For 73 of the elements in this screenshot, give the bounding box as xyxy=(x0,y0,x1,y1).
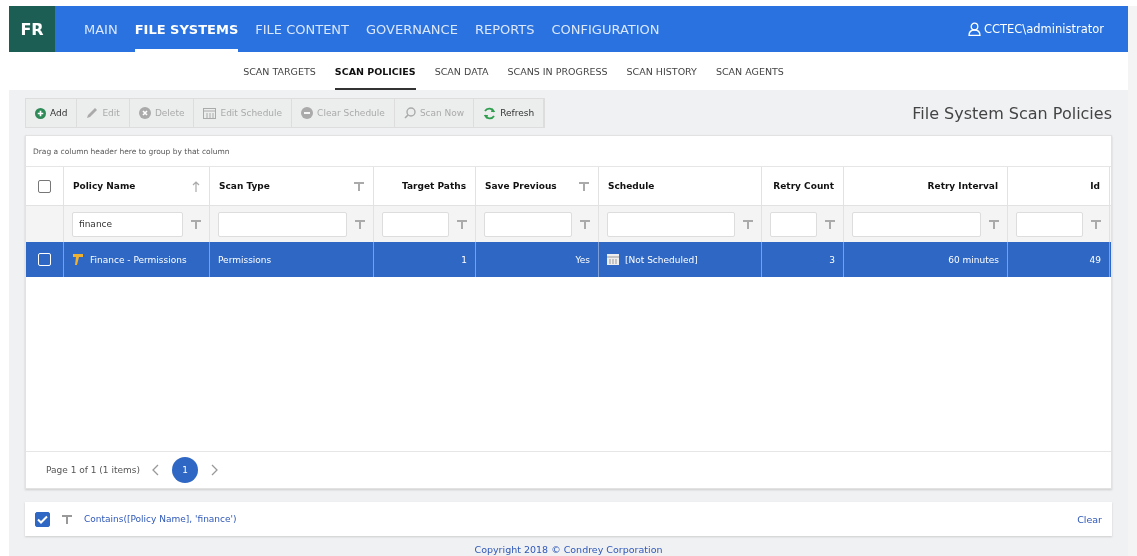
nav-tab[interactable]: FILE CONTENT xyxy=(255,6,350,52)
toolbar-button[interactable]: Add xyxy=(26,99,78,127)
table-row[interactable]: Finance - Permissions Permissions 1 Yes [Not Scheduled] 3 60 minutes 49 xyxy=(26,242,1111,277)
nav-tab[interactable]: REPORTS xyxy=(474,6,535,52)
column-header[interactable]: Target Paths xyxy=(374,167,476,205)
policy-icon xyxy=(72,253,84,266)
select-all-checkbox[interactable] xyxy=(38,179,51,193)
previous-page-icon[interactable] xyxy=(152,464,160,476)
nav-tab[interactable]: FILE SYSTEMS xyxy=(134,6,239,52)
plus-icon xyxy=(35,107,46,119)
app-logo: FR xyxy=(9,6,55,52)
column-header[interactable]: Scan Type xyxy=(210,167,374,205)
filter-field[interactable] xyxy=(484,211,572,237)
table-cell: 3 xyxy=(829,254,835,265)
copyright-text: Copyright 2018 © Condrey Corporation xyxy=(473,544,664,555)
filter-icon[interactable] xyxy=(1091,219,1101,229)
clear-filter-link[interactable]: Clear xyxy=(1077,513,1102,525)
filter-icon[interactable] xyxy=(579,181,589,191)
calendar-icon xyxy=(203,107,217,119)
table-cell: Permissions xyxy=(218,254,272,265)
filter-field[interactable] xyxy=(382,211,449,237)
filter-field[interactable] xyxy=(1016,211,1083,237)
column-header[interactable]: Policy Name xyxy=(64,167,210,205)
filter-icon[interactable] xyxy=(191,219,201,229)
sub-nav-tab[interactable]: SCAN DATA xyxy=(434,52,489,90)
filter-icon[interactable] xyxy=(354,181,364,191)
filter-enabled-checkbox[interactable] xyxy=(35,511,50,527)
filter-icon[interactable] xyxy=(989,219,999,229)
nav-tab[interactable]: MAIN xyxy=(84,6,118,52)
delete-icon xyxy=(138,107,151,119)
filter-field[interactable] xyxy=(770,211,817,237)
filter-field[interactable] xyxy=(607,211,735,237)
table-cell: 49 xyxy=(1089,254,1101,265)
filter-expression-link[interactable]: Contains([Policy Name], 'finance') xyxy=(84,514,237,524)
column-header[interactable]: Save Previous xyxy=(476,167,599,205)
sub-nav-tab[interactable]: SCAN HISTORY xyxy=(626,52,697,90)
sub-nav-tab[interactable]: SCAN TARGETS xyxy=(243,52,316,90)
next-page-icon[interactable] xyxy=(210,464,218,476)
filter-icon[interactable] xyxy=(743,219,753,229)
filter-field[interactable] xyxy=(218,211,347,237)
sub-nav-tab[interactable]: SCANS IN PROGRESS xyxy=(507,52,608,90)
table-cell: Yes xyxy=(575,254,590,265)
column-header[interactable]: Id xyxy=(1008,167,1110,205)
filter-field[interactable] xyxy=(852,211,981,237)
table-cell: [Not Scheduled] xyxy=(625,254,698,265)
table-cell: 60 minutes xyxy=(948,254,999,265)
search-icon xyxy=(403,107,416,119)
calendar-icon xyxy=(607,254,619,265)
table-cell: 1 xyxy=(461,254,467,265)
page-title: File System Scan Policies xyxy=(912,103,1112,123)
nav-tab[interactable]: GOVERNANCE xyxy=(366,6,458,52)
pager-summary: Page 1 of 1 (1 items) xyxy=(46,465,140,475)
filter-icon[interactable] xyxy=(355,219,365,229)
toolbar-button[interactable]: Refresh xyxy=(474,99,545,127)
user-menu[interactable]: CCTEC\administrator xyxy=(967,22,1104,36)
refresh-icon xyxy=(483,106,497,120)
sub-nav-tab[interactable]: SCAN AGENTS xyxy=(715,52,784,90)
column-header[interactable]: Retry Interval xyxy=(844,167,1008,205)
user-icon xyxy=(967,22,981,36)
page-button[interactable]: 1 xyxy=(172,457,198,483)
nav-tab[interactable]: CONFIGURATION xyxy=(551,6,660,52)
filter-icon[interactable] xyxy=(825,219,835,229)
minus-icon xyxy=(301,107,314,119)
column-header[interactable]: Retry Count xyxy=(762,167,844,205)
filter-icon[interactable] xyxy=(457,219,467,229)
filter-icon[interactable] xyxy=(580,219,590,229)
pencil-icon xyxy=(86,107,99,119)
table-cell: Finance - Permissions xyxy=(90,254,187,265)
sort-arrow-icon[interactable] xyxy=(192,180,200,192)
filter-field[interactable]: finance xyxy=(72,211,183,237)
row-checkbox[interactable] xyxy=(38,253,51,266)
filter-icon xyxy=(62,514,72,524)
column-header[interactable]: Schedule xyxy=(599,167,762,205)
